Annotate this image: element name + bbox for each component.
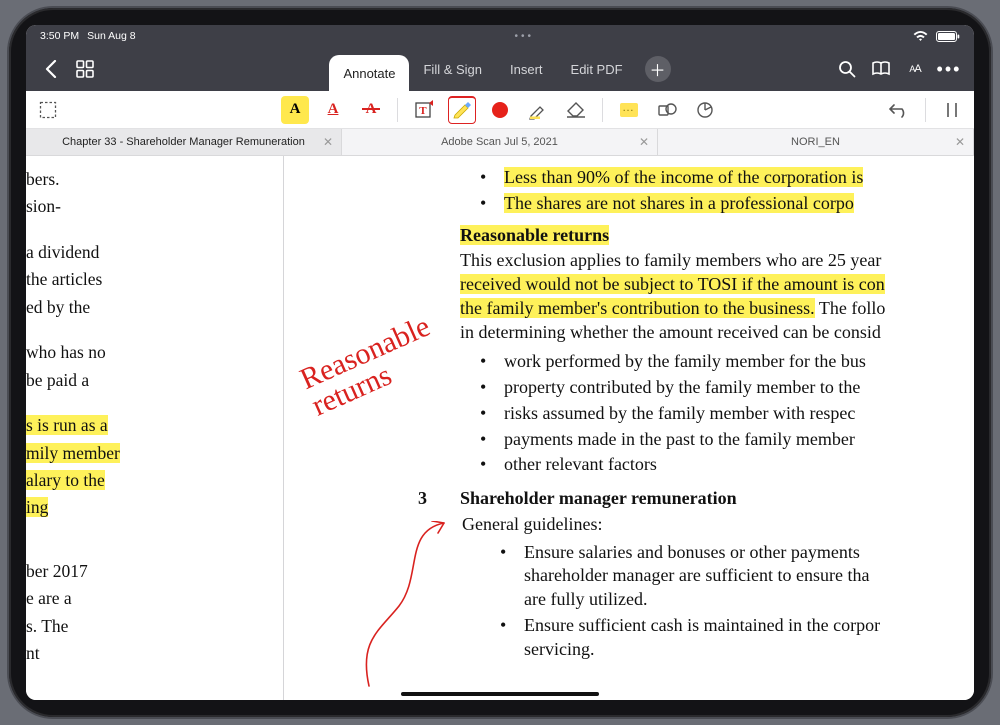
text-line: s. The <box>26 615 277 638</box>
bullet-item: payments made in the past to the family … <box>504 428 974 452</box>
text-line: General guidelines: <box>462 513 974 537</box>
select-rect-icon[interactable] <box>34 96 62 124</box>
eraser-icon[interactable] <box>562 96 590 124</box>
book-view-icon[interactable] <box>864 52 898 86</box>
text-line: the articles <box>26 268 277 291</box>
underline-text-icon[interactable]: A <box>319 96 347 124</box>
bullet-item: Less than 90% of the income of the corpo… <box>504 166 974 190</box>
ipad-frame: 3:50 PM Sun Aug 8 ••• Annotat <box>9 8 991 717</box>
bullet-item: The shares are not shares in a professio… <box>504 192 974 216</box>
back-button[interactable] <box>34 52 68 86</box>
text-line: This exclusion applies to family members… <box>460 250 881 270</box>
bullet-item: risks assumed by the family member with … <box>504 402 974 426</box>
search-icon[interactable] <box>830 52 864 86</box>
status-time: 3:50 PM <box>40 30 79 42</box>
text-line: nt <box>26 642 277 665</box>
battery-icon <box>936 31 960 42</box>
text-line: be paid a <box>26 369 277 392</box>
text-line: ber 2017 <box>26 560 277 583</box>
heading: Reasonable returns <box>460 224 974 248</box>
screen: 3:50 PM Sun Aug 8 ••• Annotat <box>26 25 974 700</box>
wifi-icon <box>913 31 928 42</box>
tab-fill-sign[interactable]: Fill & Sign <box>409 47 496 91</box>
add-tab-button[interactable]: ＋ <box>645 56 671 82</box>
doc-tab-3[interactable]: NORI_EN ✕ <box>658 129 974 155</box>
text-line: who has no <box>26 341 277 364</box>
strikethrough-text-icon[interactable]: A <box>357 96 385 124</box>
doc-tab-2[interactable]: Adobe Scan Jul 5, 2021 ✕ <box>342 129 658 155</box>
doc-tab-1[interactable]: Chapter 33 - Shareholder Manager Remuner… <box>26 129 342 155</box>
app-grid-icon[interactable] <box>68 52 102 86</box>
doc-tab-label: NORI_EN <box>791 136 840 148</box>
status-date: Sun Aug 8 <box>87 30 135 42</box>
text-line: sion- <box>26 195 277 218</box>
bullet-item: Ensure salaries and bonuses or other pay… <box>524 541 974 612</box>
toolbar-divider <box>602 98 603 122</box>
text-line: ing <box>26 496 277 519</box>
highlight-text-icon[interactable]: A <box>281 96 309 124</box>
left-page-fragment[interactable]: bers. sion- a dividend the articles ed b… <box>26 156 284 700</box>
close-toolbar-icon[interactable] <box>938 96 966 124</box>
workspace[interactable]: bers. sion- a dividend the articles ed b… <box>26 156 974 700</box>
text-line: received would not be subject to TOSI if… <box>460 274 885 294</box>
highlighter-fill-icon[interactable] <box>524 96 552 124</box>
undo-icon[interactable] <box>885 96 913 124</box>
highlighter-pen-icon[interactable] <box>448 96 476 124</box>
bullet-item: work performed by the family member for … <box>504 350 974 374</box>
close-icon[interactable]: ✕ <box>639 135 649 149</box>
document-tabs: Chapter 33 - Shareholder Manager Remuner… <box>26 129 974 156</box>
tab-annotate[interactable]: Annotate <box>329 55 409 91</box>
text-line: the family member's contribution to the … <box>460 298 885 318</box>
status-bar: 3:50 PM Sun Aug 8 ••• <box>26 25 974 47</box>
main-page[interactable]: Reasonable returns Less than 90% of the … <box>284 156 974 700</box>
toolbar-divider <box>925 98 926 122</box>
note-icon[interactable] <box>615 96 643 124</box>
svg-text:T: T <box>419 105 427 117</box>
text-size-icon[interactable]: AA <box>898 52 932 86</box>
home-indicator[interactable] <box>401 692 599 696</box>
shape-tool-icon[interactable] <box>653 96 681 124</box>
tab-insert[interactable]: Insert <box>496 47 557 91</box>
color-red-icon[interactable] <box>486 96 514 124</box>
bullet-item: other relevant factors <box>504 453 974 477</box>
text-line: mily member <box>26 442 277 465</box>
bullet-item: property contributed by the family membe… <box>504 376 974 400</box>
toolbar-divider <box>397 98 398 122</box>
text-line: a dividend <box>26 241 277 264</box>
doc-tab-label: Chapter 33 - Shareholder Manager Remuner… <box>62 136 305 148</box>
multitask-dots-icon[interactable]: ••• <box>136 31 913 42</box>
section-heading: 3 Shareholder manager remuneration <box>460 487 974 511</box>
close-icon[interactable]: ✕ <box>955 135 965 149</box>
tab-edit-pdf[interactable]: Edit PDF <box>557 47 637 91</box>
pie-shape-icon[interactable] <box>691 96 719 124</box>
more-icon[interactable]: ••• <box>932 52 966 86</box>
text-line: ed by the <box>26 296 277 319</box>
text-line: bers. <box>26 168 277 191</box>
annotate-toolbar: A A A T <box>26 91 974 129</box>
text-line: in determining whether the amount receiv… <box>460 322 881 342</box>
text-box-icon[interactable]: T <box>410 96 438 124</box>
text-line: s is run as a <box>26 414 277 437</box>
bullet-item: Ensure sufficient cash is maintained in … <box>524 614 974 662</box>
app-top-bar: Annotate Fill & Sign Insert Edit PDF ＋ A… <box>26 47 974 91</box>
handdrawn-line[interactable] <box>314 521 464 691</box>
text-line: alary to the <box>26 469 277 492</box>
close-icon[interactable]: ✕ <box>323 135 333 149</box>
text-line: e are a <box>26 587 277 610</box>
doc-tab-label: Adobe Scan Jul 5, 2021 <box>441 136 558 148</box>
